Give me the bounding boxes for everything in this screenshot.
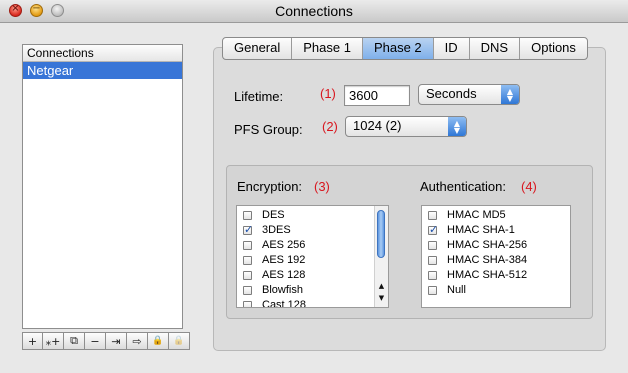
remove-button[interactable]: − [85, 332, 106, 350]
authentication-item-label: HMAC SHA-384 [447, 254, 528, 266]
tab-options[interactable]: Options [519, 38, 587, 59]
lifetime-marker: (1) [320, 86, 336, 101]
popup-arrows-icon: ▲ ▼ [448, 117, 466, 136]
encryption-item-aes-192[interactable]: AES 192 [243, 253, 305, 268]
authentication-item-hmac-sha-256[interactable]: HMAC SHA-256 [428, 238, 527, 253]
checkbox[interactable] [243, 286, 252, 295]
encryption-scrollbar[interactable]: ▲ ▼ [374, 206, 388, 307]
add-button[interactable]: + [22, 332, 43, 350]
encryption-item-3des[interactable]: 3DES [243, 222, 291, 238]
authentication-item-label: HMAC SHA-512 [447, 269, 528, 281]
duplicate-button[interactable]: ⧉ [64, 332, 85, 350]
encryption-item-aes-256[interactable]: AES 256 [243, 238, 305, 253]
scroll-down-arrow-icon[interactable]: ▼ [375, 294, 388, 302]
pfs-group-select[interactable]: 1024 (2) ▲ ▼ [345, 116, 467, 137]
tab-phase-2[interactable]: Phase 2 [361, 38, 433, 59]
encryption-item-label: 3DES [262, 224, 291, 236]
encryption-item-aes-128[interactable]: AES 128 [243, 268, 305, 283]
authentication-marker: (4) [521, 179, 537, 194]
encryption-marker: (3) [314, 179, 330, 194]
encryption-item-cast-128[interactable]: Cast 128 [243, 298, 307, 308]
authentication-list[interactable]: HMAC MD5 HMAC SHA-1 HMAC SHA-256 HMAC SH… [421, 205, 571, 308]
pfs-group-label: PFS Group: [234, 122, 303, 137]
checkbox[interactable] [428, 241, 437, 250]
connection-item-netgear[interactable]: Netgear [23, 62, 182, 79]
authentication-item-label: HMAC SHA-1 [447, 224, 515, 236]
checkbox[interactable] [243, 256, 252, 265]
add-icon: + [27, 334, 38, 348]
lifetime-unit-value: Seconds [426, 86, 477, 101]
scrollbar-thumb[interactable] [377, 210, 385, 258]
checkbox[interactable] [428, 256, 437, 265]
checkbox-checked[interactable] [428, 222, 438, 237]
authentication-item-hmac-sha-1[interactable]: HMAC SHA-1 [428, 222, 515, 238]
authentication-item-hmac-md5[interactable]: HMAC MD5 [428, 208, 506, 223]
authentication-label: Authentication: [420, 179, 507, 194]
pfs-group-marker: (2) [322, 119, 338, 134]
lifetime-label: Lifetime: [234, 89, 284, 104]
checkbox-checked[interactable] [243, 222, 253, 237]
pfs-group-value: 1024 (2) [353, 118, 402, 133]
scroll-up-arrow-icon[interactable]: ▲ [375, 282, 388, 290]
checkbox[interactable] [243, 241, 252, 250]
duplicate-icon: ⧉ [70, 334, 78, 347]
connections-list[interactable]: Connections Netgear [22, 44, 183, 329]
lock-disabled-button: 🔒 [169, 332, 190, 350]
import-icon: ⇥ [111, 334, 121, 348]
lifetime-input[interactable]: 3600 [344, 85, 410, 106]
tab-bar: General Phase 1 Phase 2 ID DNS Options [222, 37, 588, 60]
authentication-item-label: HMAC MD5 [447, 209, 506, 221]
authentication-item-hmac-sha-512[interactable]: HMAC SHA-512 [428, 268, 527, 283]
lock-button[interactable]: 🔒 [148, 332, 169, 350]
tab-general[interactable]: General [223, 38, 291, 59]
tab-id[interactable]: ID [432, 38, 469, 59]
encryption-item-des[interactable]: DES [243, 208, 285, 223]
checkbox[interactable] [243, 301, 252, 307]
connections-list-header[interactable]: Connections [23, 45, 182, 62]
lock-icon: 🔒 [152, 336, 164, 346]
wizard-add-button[interactable]: ⁎+ [43, 332, 64, 350]
authentication-item-hmac-sha-384[interactable]: HMAC SHA-384 [428, 253, 527, 268]
window-title: Connections [275, 3, 353, 19]
title-bar: × − Connections [0, 0, 628, 23]
checkbox[interactable] [243, 211, 252, 220]
encryption-item-blowfish[interactable]: Blowfish [243, 283, 303, 298]
remove-icon: − [90, 334, 100, 348]
encryption-label: Encryption: [237, 179, 303, 194]
connections-toolbar: + ⁎+ ⧉ − ⇥ ⇨ 🔒 🔒 [22, 332, 190, 350]
authentication-item-label: HMAC SHA-256 [447, 239, 528, 251]
checkbox[interactable] [243, 271, 252, 280]
encryption-item-label: Blowfish [262, 284, 303, 296]
checkbox[interactable] [428, 286, 437, 295]
lifetime-unit-select[interactable]: Seconds ▲ ▼ [418, 84, 520, 105]
wand-add-icon: ⁎+ [45, 334, 61, 348]
authentication-item-null[interactable]: Null [428, 283, 466, 298]
tab-phase-1[interactable]: Phase 1 [291, 38, 362, 59]
encryption-item-label: AES 192 [262, 254, 306, 266]
tab-dns[interactable]: DNS [468, 38, 519, 59]
export-button[interactable]: ⇨ [127, 332, 148, 350]
export-icon: ⇨ [132, 334, 142, 348]
popup-arrows-icon: ▲ ▼ [501, 85, 519, 104]
encryption-item-label: AES 256 [262, 239, 306, 251]
encryption-item-label: Cast 128 [262, 299, 307, 308]
lock-disabled-icon: 🔒 [173, 336, 185, 346]
encryption-item-label: DES [262, 209, 285, 221]
checkbox[interactable] [428, 211, 437, 220]
authentication-item-label: Null [447, 284, 466, 296]
encryption-item-label: AES 128 [262, 269, 306, 281]
import-button[interactable]: ⇥ [106, 332, 127, 350]
checkbox[interactable] [428, 271, 437, 280]
encryption-list[interactable]: DES 3DES AES 256 AES 192 AES 128 Blowfis… [236, 205, 389, 308]
